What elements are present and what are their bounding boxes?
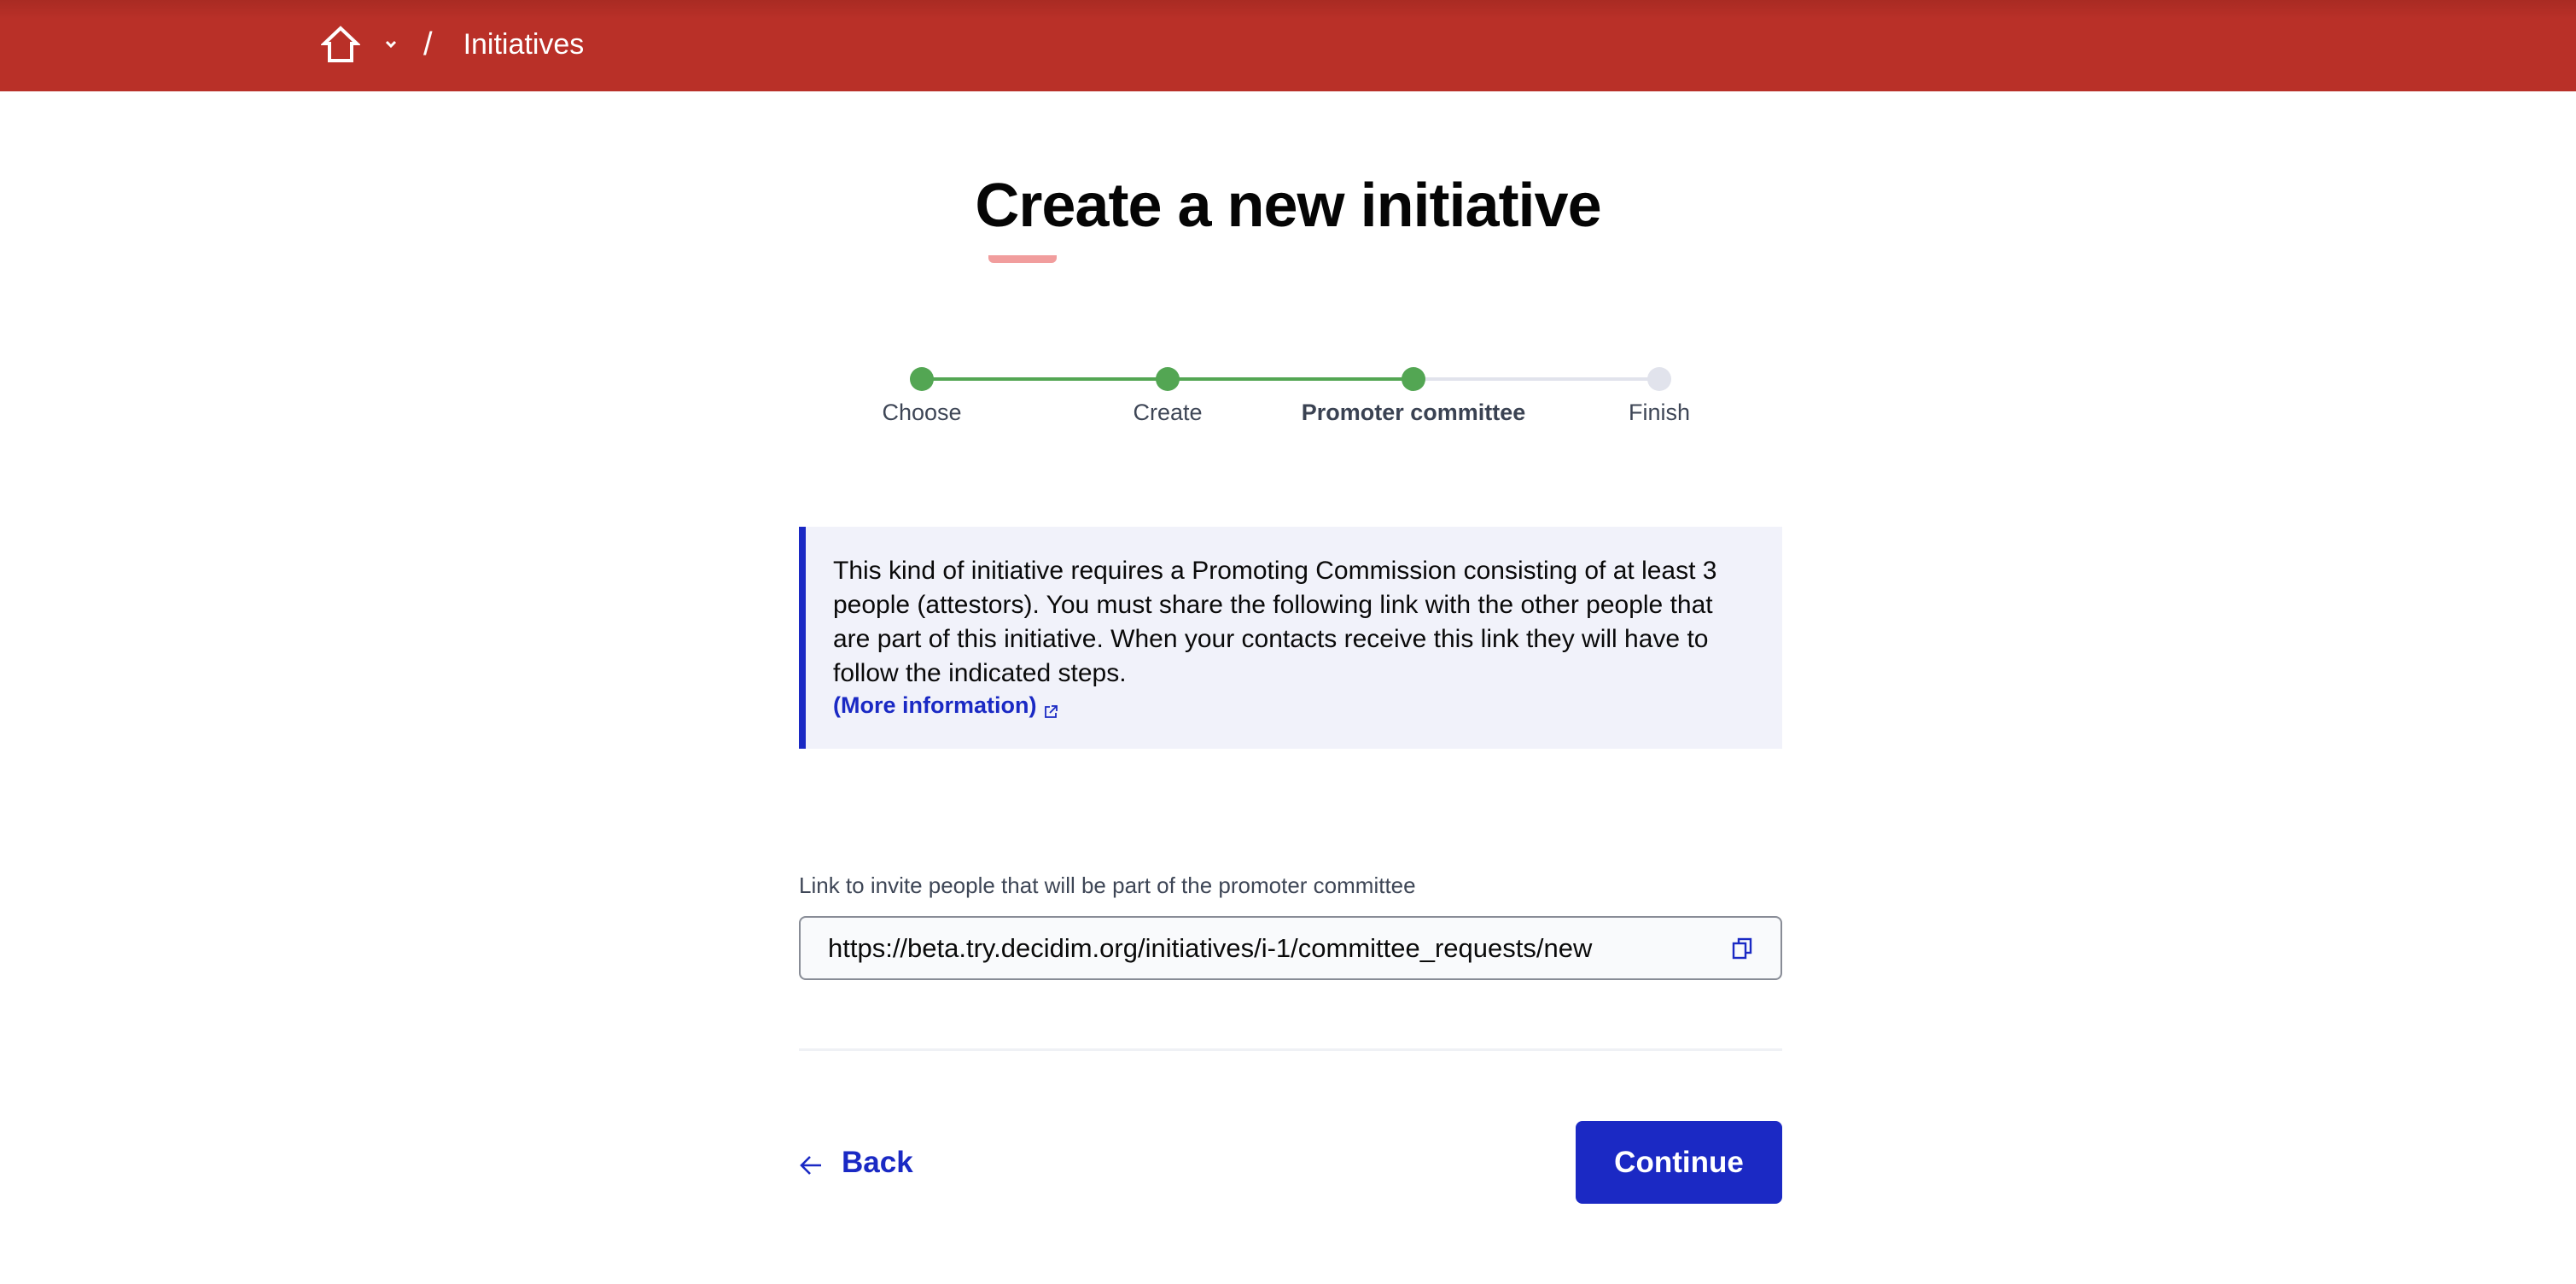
more-information-link[interactable]: (More information)	[833, 691, 1058, 720]
step-connector	[1413, 377, 1659, 381]
step-label: Promoter committee	[1301, 400, 1526, 425]
step-connector	[922, 377, 1168, 381]
info-callout: This kind of initiative requires a Promo…	[799, 527, 1782, 749]
page-title: Create a new initiative	[975, 172, 1601, 240]
invite-link-label: Link to invite people that will be part …	[799, 873, 1416, 898]
arrow-left-icon	[799, 1151, 823, 1175]
title-underline	[988, 255, 1057, 263]
breadcrumb-initiatives[interactable]: Initiatives	[463, 28, 585, 61]
step-dot-complete	[910, 367, 934, 391]
breadcrumb: / Initiatives	[319, 20, 585, 68]
step-label: Create	[1133, 400, 1203, 425]
breadcrumb-separator: /	[423, 26, 433, 62]
step-connector	[1168, 377, 1413, 381]
copy-icon[interactable]	[1728, 934, 1757, 963]
step-label: Choose	[882, 400, 962, 425]
callout-text: This kind of initiative requires a Promo…	[833, 557, 1717, 687]
chevron-down-icon[interactable]	[382, 36, 399, 53]
step-dot-current	[1402, 367, 1425, 391]
more-information-label: (More information)	[833, 692, 1037, 718]
continue-button[interactable]: Continue	[1576, 1121, 1782, 1204]
back-label: Back	[842, 1146, 913, 1179]
back-button[interactable]: Back	[799, 1141, 913, 1185]
external-link-icon	[1043, 697, 1058, 718]
section-divider	[799, 1048, 1782, 1051]
invite-link-input[interactable]	[799, 916, 1782, 980]
home-icon[interactable]	[319, 25, 362, 64]
step-label: Finish	[1628, 400, 1691, 425]
step-dot-complete	[1156, 367, 1180, 391]
step-dot-pending	[1647, 367, 1671, 391]
top-bar: / Initiatives	[0, 0, 2576, 91]
